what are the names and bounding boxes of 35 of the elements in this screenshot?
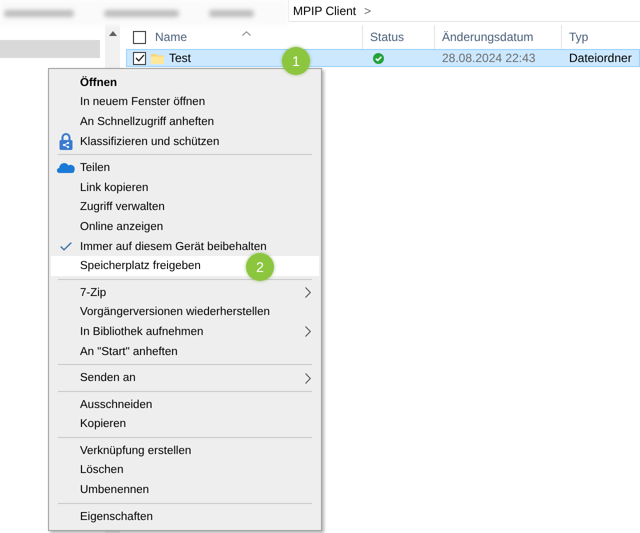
menu-item[interactable]: Zugriff verwalten [51, 198, 319, 218]
column-header[interactable]: Änderungsdatum [442, 30, 534, 44]
menu-item[interactable]: In Bibliothek aufnehmen [51, 322, 319, 342]
row-checkbox[interactable] [133, 52, 146, 64]
modified-date: 28.08.2024 22:43 [442, 51, 536, 65]
breadcrumb[interactable]: MPIP Client [293, 4, 356, 18]
menu-item[interactable]: Klassifizieren und schützen [51, 132, 319, 152]
column-header[interactable]: Typ [569, 30, 588, 44]
column-header[interactable]: Status [370, 30, 404, 44]
menu-item[interactable]: Kopieren [51, 414, 319, 434]
menu-item[interactable]: Umbenennen [51, 480, 319, 500]
file-name: Test [169, 51, 192, 65]
menu-item[interactable]: An Schnellzugriff anheften [51, 112, 319, 132]
menu-item[interactable]: Online anzeigen [51, 217, 319, 237]
file-type: Dateiordner [569, 51, 632, 65]
menu-item[interactable]: In neuem Fenster öffnen [51, 92, 319, 112]
menu-item[interactable]: Link kopieren [51, 178, 319, 198]
folder-icon [151, 52, 164, 64]
menu-item[interactable]: Senden an [51, 368, 319, 388]
menu-item[interactable]: 7-Zip [51, 282, 319, 303]
menu-item[interactable]: An "Start" anheften [51, 342, 319, 362]
scroll-up-icon[interactable] [108, 31, 116, 36]
menu-item[interactable]: Teilen [51, 158, 319, 178]
menu-item[interactable]: Ausschneiden [51, 394, 319, 414]
menu-item[interactable]: Eigenschaften [51, 506, 319, 526]
breadcrumb-separator[interactable]: > [364, 4, 372, 18]
menu-item[interactable]: Öffnen [51, 73, 319, 93]
lock-icon [58, 133, 72, 150]
select-all-checkbox[interactable] [133, 30, 146, 44]
cloud-icon [56, 163, 74, 174]
menu-item[interactable]: Löschen [51, 460, 319, 480]
column-header[interactable]: Name [155, 30, 188, 44]
menu-item[interactable]: Verknüpfung erstellen [51, 441, 319, 461]
menu-item[interactable]: Vorgängerversionen wiederherstellen [51, 302, 319, 322]
address-bar[interactable]: MPIP Client > [288, 0, 640, 22]
